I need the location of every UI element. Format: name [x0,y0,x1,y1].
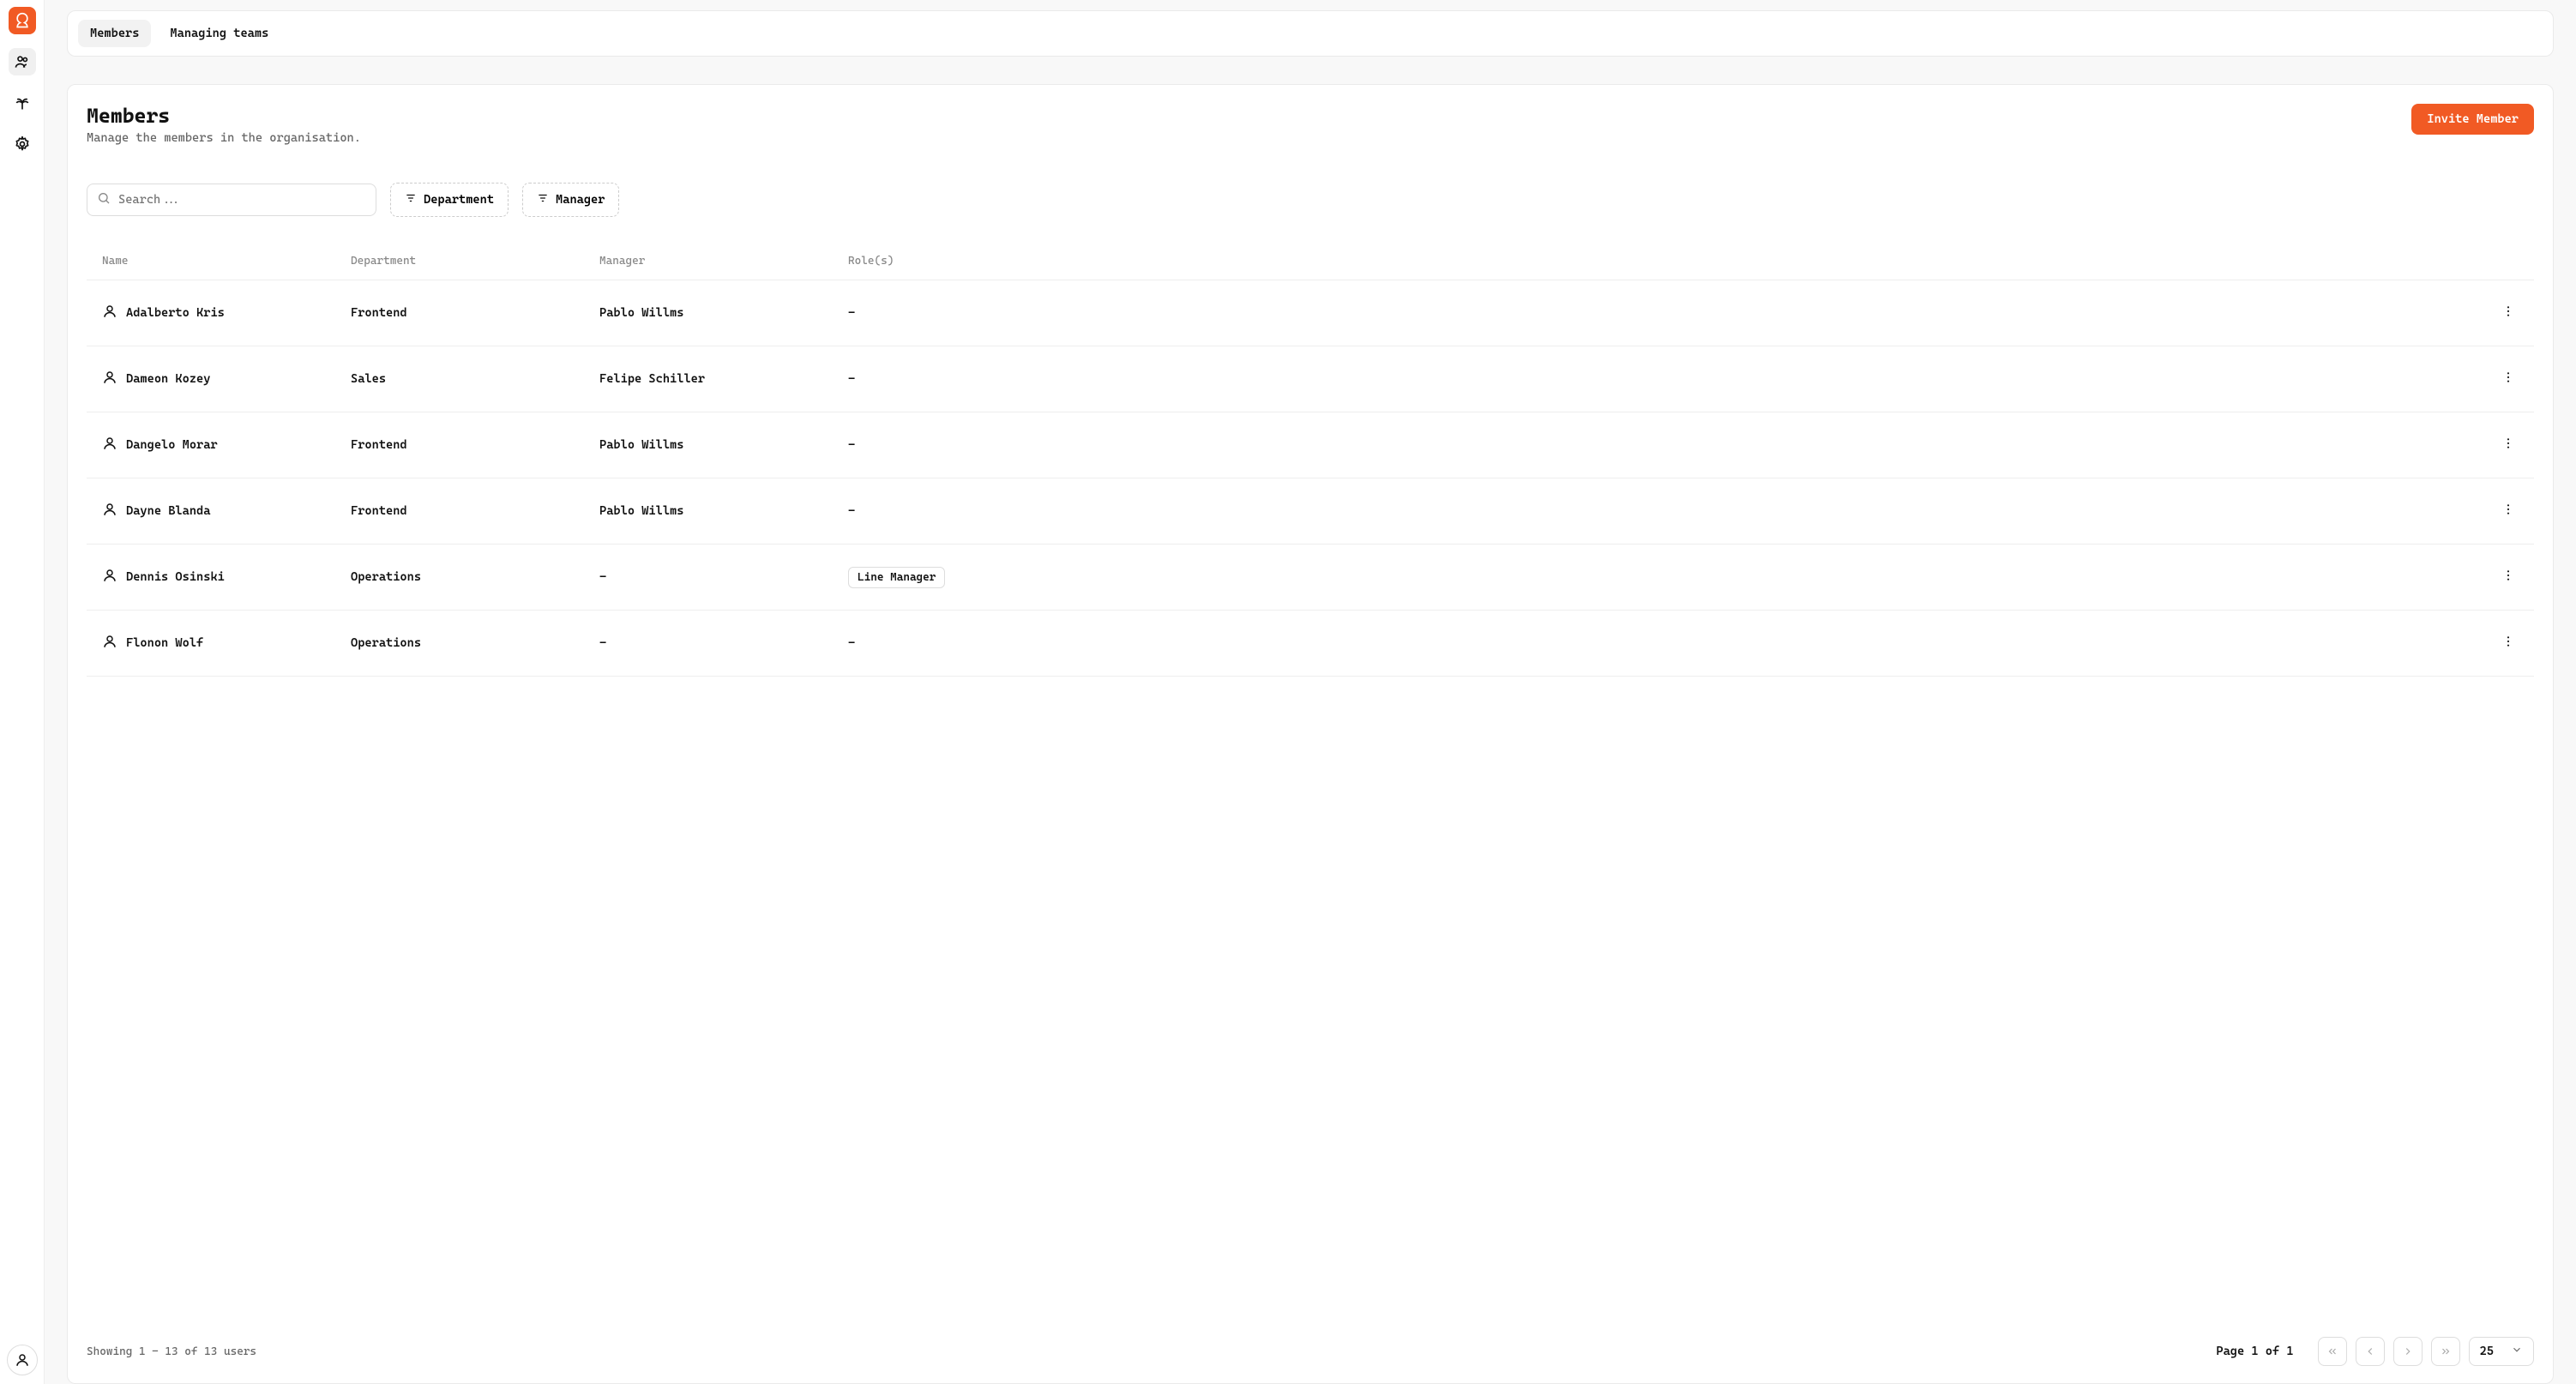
person-icon [102,304,117,322]
app-logo[interactable] [9,7,36,34]
cell-name: Adalberto Kris [102,304,351,322]
cell-name: Dameon Kozey [102,370,351,388]
sidebar [0,0,45,1384]
filter-icon [537,192,549,208]
table-row: Adalberto Kris FrontendPablo Willms- [87,280,2534,346]
search-input[interactable] [87,184,376,216]
member-name: Dangelo Morar [126,438,218,452]
tab-managing-teams[interactable]: Managing teams [158,20,280,47]
column-header-name: Name [102,255,351,268]
page-size-select[interactable]: 25 [2469,1337,2534,1366]
cell-roles: - [848,636,2484,650]
cell-manager: Pablo Willms [599,306,848,320]
table-footer: Showing 1 - 13 of 13 users Page 1 of 1 [87,1323,2534,1376]
page-first-button[interactable] [2318,1337,2347,1366]
filter-icon [405,192,417,208]
members-table: Name Department Manager Role(s) Adalbert… [87,255,2534,1323]
user-avatar-button[interactable] [7,1345,38,1375]
row-actions-button[interactable] [2498,367,2519,391]
page-prev-button[interactable] [2356,1337,2385,1366]
cell-roles: - [848,504,2484,518]
cell-name: Dayne Blanda [102,502,351,521]
table-row: Flonon WolfOperations-- [87,611,2534,677]
cell-department: Frontend [351,504,599,518]
nav-members[interactable] [9,48,36,75]
cell-manager: - [599,570,848,584]
cell-manager: - [599,636,848,650]
cell-department: Frontend [351,438,599,452]
cell-department: Operations [351,636,599,650]
chevron-down-icon [2511,1344,2523,1359]
member-name: Flonon Wolf [126,636,203,650]
cell-roles: - [848,372,2484,386]
cell-actions [2484,499,2519,523]
page-title: Members [87,104,361,128]
page-subtitle: Manage the members in the organisation. [87,131,361,145]
row-actions-button[interactable] [2498,631,2519,655]
table-row: Dangelo Morar FrontendPablo Willms- [87,412,2534,478]
members-panel: Members Manage the members in the organi… [67,84,2554,1384]
row-actions-button[interactable] [2498,301,2519,325]
cell-department: Sales [351,372,599,386]
cell-name: Flonon Wolf [102,634,351,653]
cell-manager: Felipe Schiller [599,372,848,386]
row-actions-button[interactable] [2498,565,2519,589]
cell-roles: - [848,438,2484,452]
cell-manager: Pablo Willms [599,504,848,518]
table-row: Dennis Osinski Operations-Line Manager [87,545,2534,611]
page-last-button[interactable] [2431,1337,2460,1366]
pagination-summary: Showing 1 - 13 of 13 users [87,1345,256,1358]
page-indicator: Page 1 of 1 [2216,1345,2293,1358]
cell-actions [2484,367,2519,391]
cell-actions [2484,301,2519,325]
member-name: Dayne Blanda [126,504,210,518]
cell-manager: Pablo Willms [599,438,848,452]
row-actions-button[interactable] [2498,433,2519,457]
column-header-roles: Role(s) [848,255,2484,268]
cell-actions [2484,631,2519,655]
search-icon [97,191,111,208]
filter-department-label: Department [424,193,494,207]
cell-actions [2484,433,2519,457]
main-content: Members Managing teams Members Manage th… [45,0,2576,1384]
person-icon [102,436,117,454]
page-next-button[interactable] [2393,1337,2423,1366]
cell-roles: - [848,306,2484,320]
cell-actions [2484,565,2519,589]
filter-department-button[interactable]: Department [390,183,509,217]
role-badge: Line Manager [848,567,945,588]
table-header: Name Department Manager Role(s) [87,255,2534,280]
row-actions-button[interactable] [2498,499,2519,523]
tab-members[interactable]: Members [78,20,151,47]
cell-name: Dangelo Morar [102,436,351,454]
table-row: Dayne Blanda FrontendPablo Willms- [87,478,2534,545]
table-row: Dameon Kozey SalesFelipe Schiller- [87,346,2534,412]
cell-roles: Line Manager [848,567,2484,588]
filter-manager-label: Manager [556,193,605,207]
invite-member-button[interactable]: Invite Member [2411,104,2534,135]
person-icon [102,634,117,653]
tabs-bar: Members Managing teams [67,10,2554,57]
nav-settings[interactable] [9,130,36,158]
column-header-department: Department [351,255,599,268]
person-icon [102,568,117,587]
filter-manager-button[interactable]: Manager [522,183,619,217]
member-name: Dameon Kozey [126,372,210,386]
member-name: Dennis Osinski [126,570,225,584]
column-header-manager: Manager [599,255,848,268]
page-size-value: 25 [2480,1345,2494,1358]
cell-department: Operations [351,570,599,584]
person-icon [102,502,117,521]
member-name: Adalberto Kris [126,306,225,320]
cell-department: Frontend [351,306,599,320]
cell-name: Dennis Osinski [102,568,351,587]
person-icon [102,370,117,388]
nav-palm[interactable] [9,89,36,117]
